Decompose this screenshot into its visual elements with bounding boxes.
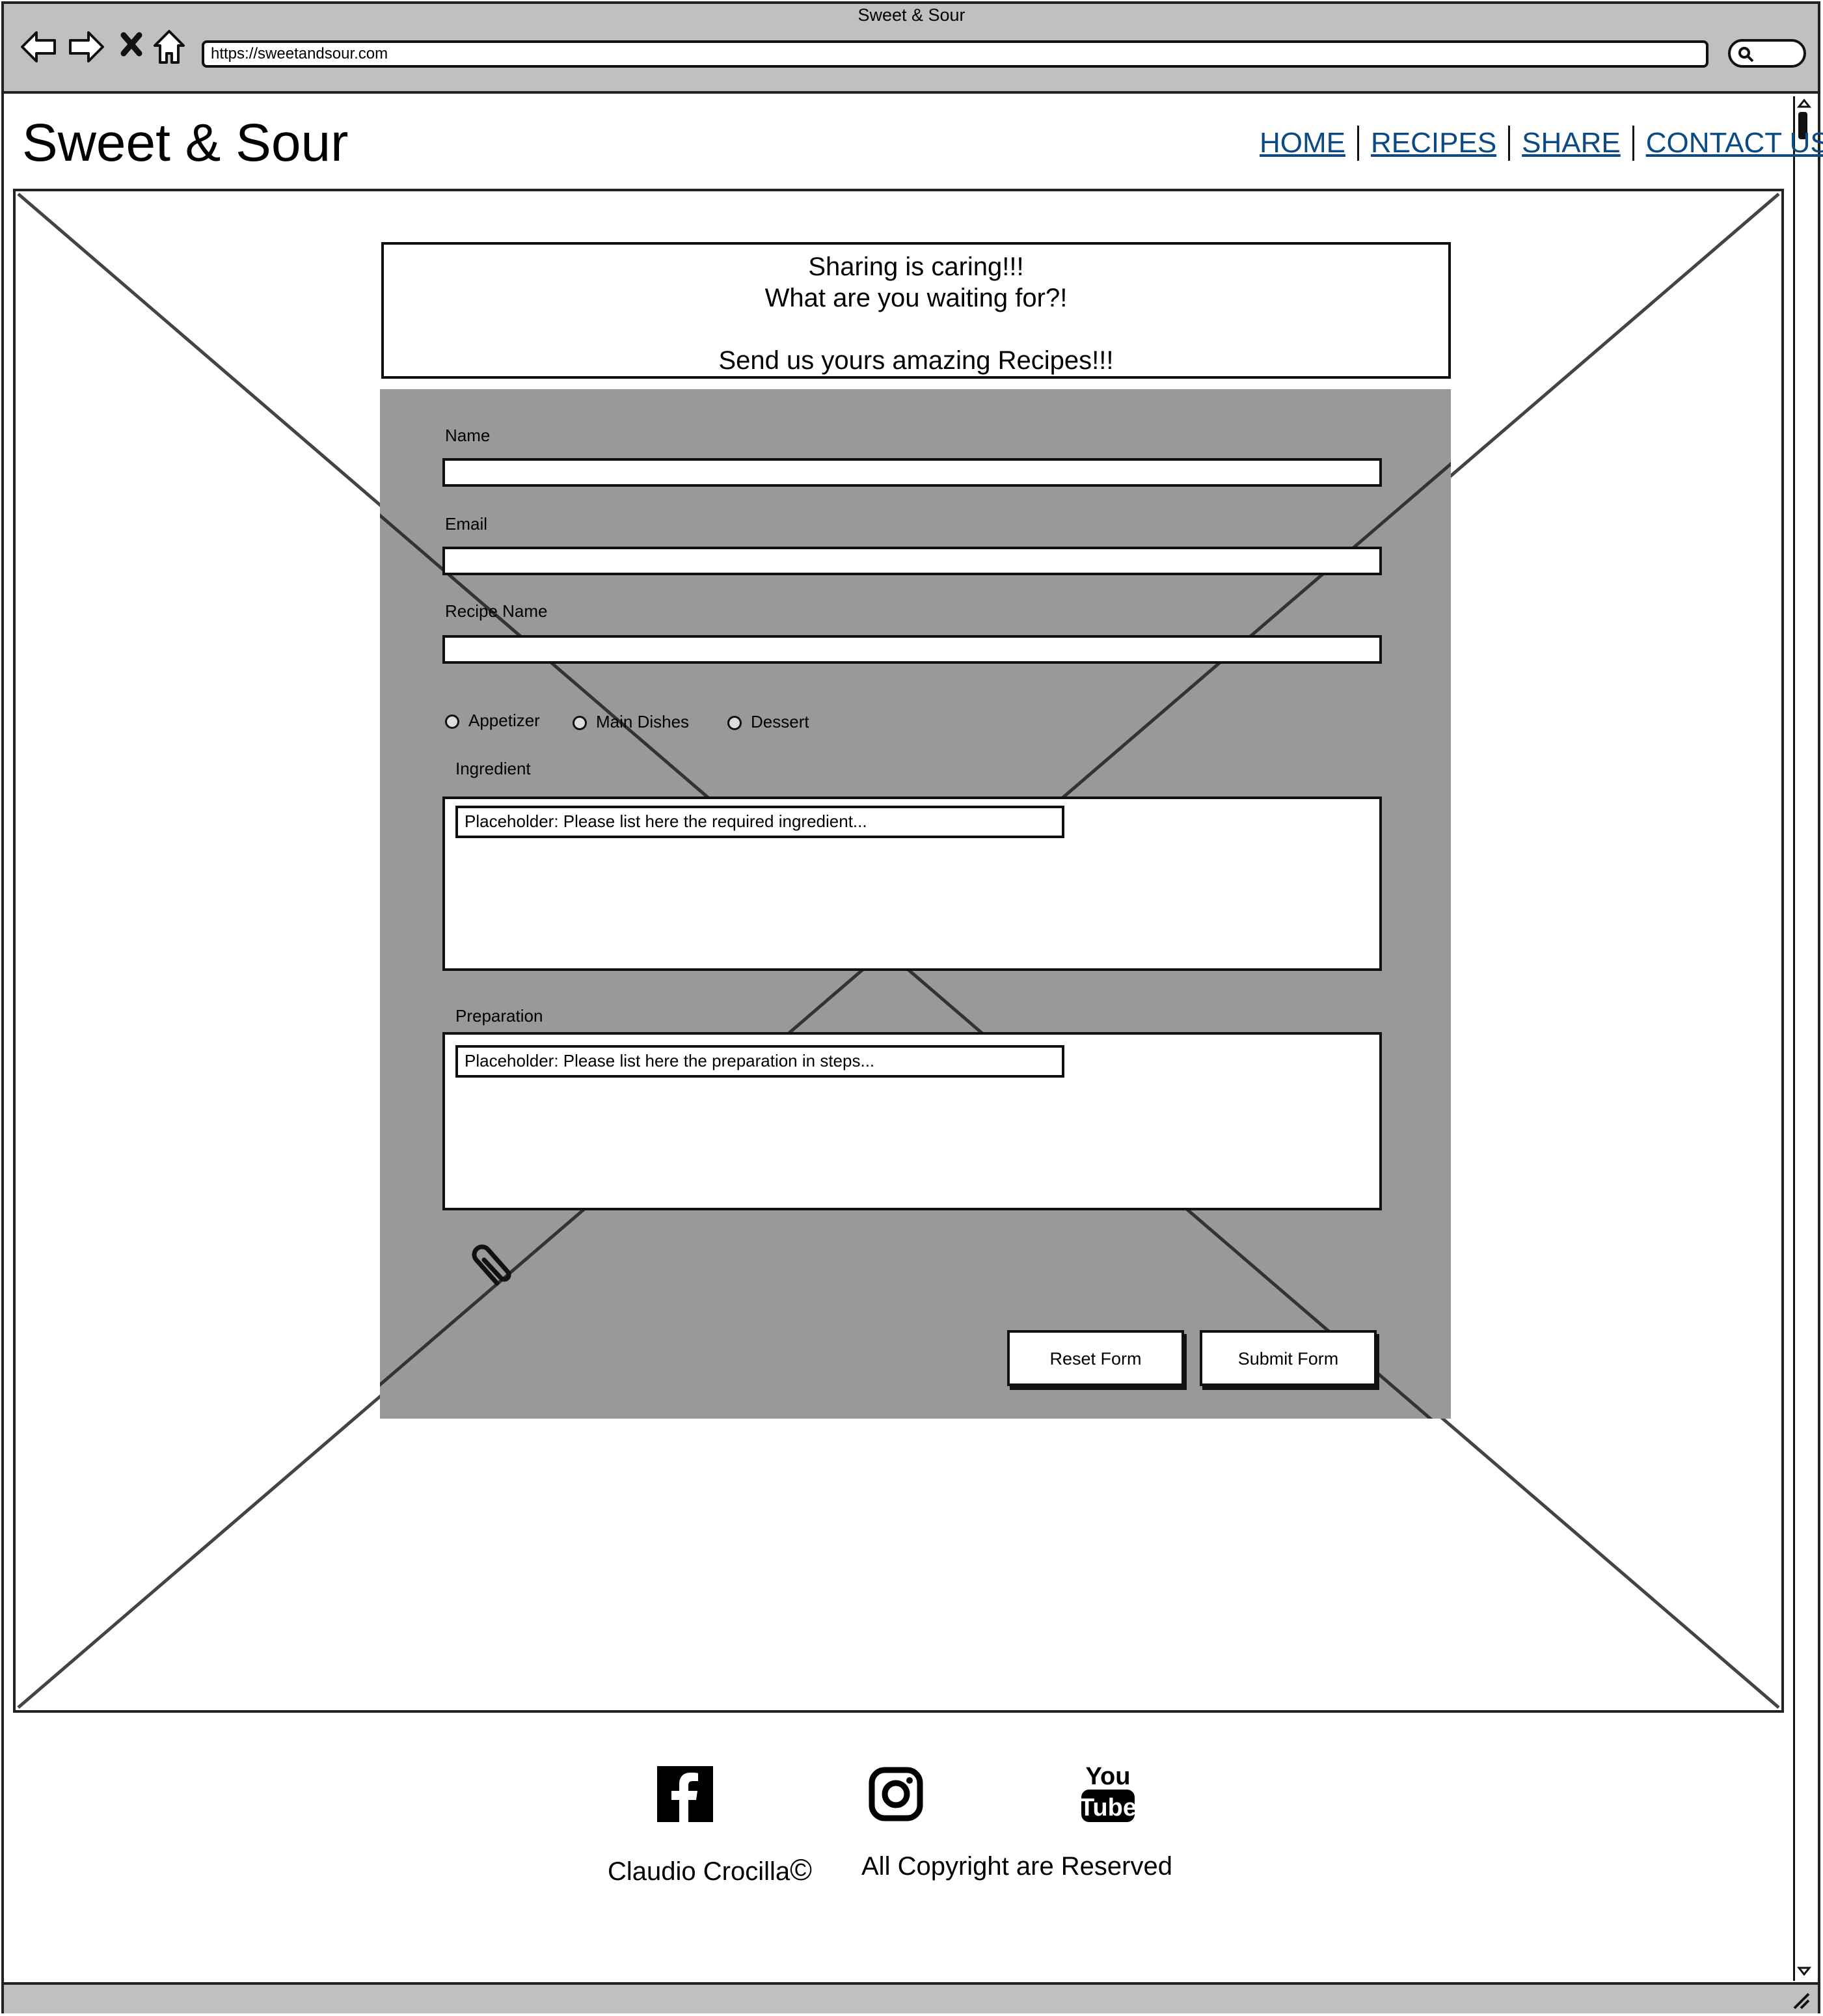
radio-dessert[interactable] — [727, 716, 742, 730]
ingredient-label: Ingredient — [455, 759, 531, 778]
nav-recipes-link[interactable]: RECIPES — [1371, 127, 1496, 159]
nav-divider — [1508, 126, 1511, 161]
nav-share-link[interactable]: SHARE — [1522, 127, 1621, 159]
radio-appetizer[interactable] — [445, 715, 459, 729]
reset-form-button[interactable]: Reset Form — [1007, 1330, 1184, 1386]
window-title: Sweet & Sour — [857, 5, 966, 25]
email-label: Email — [445, 514, 488, 534]
banner-line: Send us yours amazing Recipes!!! — [718, 346, 1114, 375]
browser-search-box[interactable] — [1728, 39, 1806, 68]
preparation-placeholder: Placeholder: Please list here the prepar… — [455, 1045, 1064, 1078]
search-icon — [1738, 47, 1754, 62]
share-banner: Sharing is caring!!! What are you waitin… — [381, 242, 1451, 379]
status-bar — [4, 1982, 1818, 2013]
instagram-icon[interactable] — [868, 1766, 924, 1822]
facebook-icon[interactable] — [657, 1766, 713, 1822]
author-name: Claudio Crocilla — [608, 1857, 790, 1886]
nav-home-link[interactable]: HOME — [1260, 127, 1345, 159]
ingredient-placeholder: Placeholder: Please list here the requir… — [455, 806, 1064, 838]
nav-contact-link[interactable]: CONTACT US — [1646, 127, 1823, 159]
name-label: Name — [445, 426, 491, 445]
radio-label-dessert: Dessert — [751, 712, 809, 731]
copyright-icon: © — [790, 1853, 813, 1887]
resize-grip-icon — [1793, 1993, 1810, 2009]
copyright-notice: All Copyright are Reserved — [861, 1852, 1172, 1881]
nav-divider — [1357, 126, 1359, 161]
svg-text:Tube: Tube — [1080, 1794, 1136, 1821]
preparation-label: Preparation — [455, 1006, 543, 1026]
radio-label-appetizer: Appetizer — [468, 711, 540, 730]
url-bar[interactable]: https://sweetandsour.com — [202, 40, 1708, 68]
radio-main-dishes[interactable] — [573, 716, 587, 730]
youtube-icon[interactable]: You Tube — [1079, 1761, 1137, 1826]
banner-line: What are you waiting for?! — [764, 284, 1068, 312]
radio-label-main-dishes: Main Dishes — [596, 712, 690, 731]
footer-credits: Claudio Crocilla© — [608, 1852, 812, 1887]
svg-text:You: You — [1086, 1763, 1131, 1790]
forward-arrow-icon[interactable] — [65, 26, 107, 68]
recipe-form: Name Email Recipe Name Appetizer Main Di… — [380, 389, 1451, 1419]
recipe-name-field[interactable] — [442, 635, 1382, 664]
site-title: Sweet & Sour — [22, 113, 349, 172]
recipe-name-label: Recipe Name — [445, 601, 548, 621]
email-field[interactable] — [442, 547, 1382, 575]
scroll-down-icon — [1796, 1967, 1812, 1976]
nav-divider — [1632, 126, 1634, 161]
scroll-up-icon — [1796, 98, 1812, 108]
main-nav: HOME RECIPES SHARE CONTACT US — [1260, 124, 1823, 163]
paperclip-icon[interactable] — [465, 1233, 517, 1298]
vertical-scrollbar[interactable] — [1793, 96, 1813, 1981]
home-icon[interactable] — [148, 26, 190, 68]
submit-form-button[interactable]: Submit Form — [1200, 1330, 1377, 1386]
preparation-textarea[interactable]: Placeholder: Please list here the prepar… — [442, 1032, 1382, 1210]
ingredient-textarea[interactable]: Placeholder: Please list here the requir… — [442, 797, 1382, 971]
banner-line: Sharing is caring!!! — [808, 252, 1024, 281]
name-field[interactable] — [442, 458, 1382, 487]
back-arrow-icon[interactable] — [18, 26, 60, 68]
